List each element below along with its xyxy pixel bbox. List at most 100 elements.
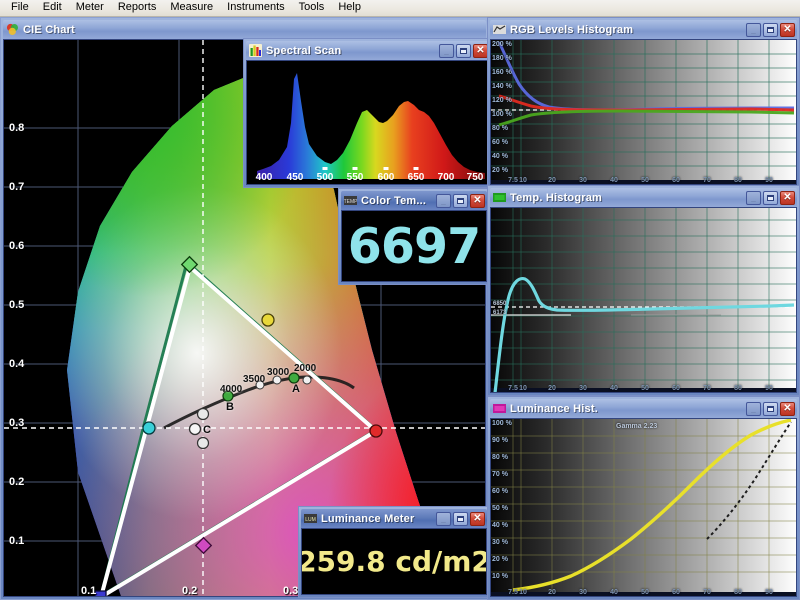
window-title-luminance-histogram: Luminance Hist. — [510, 403, 746, 415]
temp-xtick-30: 30 — [579, 385, 587, 392]
close-button-rgb-histogram[interactable]: ✕ — [780, 23, 795, 37]
minimize-button-temp-histogram[interactable]: _ — [746, 191, 761, 205]
close-button-luminance-histogram[interactable]: ✕ — [780, 402, 795, 416]
close-button-spectral[interactable]: ✕ — [473, 44, 488, 58]
close-button-color-temperature[interactable]: ✕ — [470, 194, 485, 208]
lum-xtick-60: 60 — [672, 589, 680, 596]
window-spectral-scan[interactable]: Spectral Scan _ ✕ — [243, 38, 493, 188]
window-title-temp-histogram: Temp. Histogram — [510, 192, 746, 204]
window-luminance-histogram[interactable]: Luminance Hist. _ ✕ — [487, 396, 800, 600]
maximize-button-temp-histogram[interactable] — [763, 191, 778, 205]
menu-item-instruments[interactable]: Instruments — [220, 0, 291, 16]
temp-xtick-60: 60 — [672, 385, 680, 392]
cie-chart-icon — [6, 23, 19, 36]
titlebar-spectral-scan[interactable]: Spectral Scan _ ✕ — [246, 41, 490, 60]
rgb-ytick-20: 20 % — [492, 167, 508, 174]
temp-xtick-40: 40 — [610, 385, 618, 392]
temp-icon: TEMP — [344, 194, 357, 207]
locus-label-3000: 3000 — [267, 367, 289, 378]
spectral-tickmark-650 — [414, 167, 419, 170]
minimize-button-luminance-meter[interactable]: _ — [436, 512, 451, 526]
minimize-button-spectral[interactable]: _ — [439, 44, 454, 58]
locus-label-2000: 2000 — [294, 363, 316, 374]
marker-blue-primary — [95, 591, 106, 597]
maximize-button-luminance-histogram[interactable] — [763, 402, 778, 416]
menu-item-edit[interactable]: Edit — [36, 0, 69, 16]
marker-cyan-secondary — [143, 422, 155, 434]
spectral-icon — [249, 44, 262, 57]
cie-xtick-0: 0.1 — [81, 585, 96, 597]
close-button-temp-histogram[interactable]: ✕ — [780, 191, 795, 205]
lum-ytick-50: 50 % — [492, 505, 508, 512]
close-button-luminance-meter[interactable]: ✕ — [470, 512, 485, 526]
rgb-ytick-60: 60 % — [492, 139, 508, 146]
locus-label-3500: 3500 — [243, 374, 265, 385]
window-controls-luminance-histogram: _ ✕ — [746, 402, 797, 416]
cie-ytick-2: 0.6 — [9, 240, 24, 252]
cie-ytick-7: 0.1 — [9, 535, 24, 547]
menu-item-file[interactable]: File — [4, 0, 36, 16]
cie-ytick-6: 0.2 — [9, 476, 24, 488]
lum-ytick-80: 80 % — [492, 454, 508, 461]
lum-xtick-70: 70 — [703, 589, 711, 596]
lum-xtick-30: 30 — [579, 589, 587, 596]
lum-ytick-100: 100 % — [492, 420, 512, 427]
rgb-ytick-200: 200 % — [492, 41, 512, 48]
menu-item-reports[interactable]: Reports — [111, 0, 164, 16]
titlebar-luminance-meter[interactable]: LUM Luminance Meter _ ✕ — [301, 509, 487, 528]
spectral-scan-body: 400 450 500 550 600 650 700 750 — [246, 60, 490, 185]
temp-histogram-body: 6850 6173 7.5 10 20 30 40 50 60 70 80 90 — [490, 207, 797, 393]
window-luminance-meter[interactable]: LUM Luminance Meter _ ✕ 259.8 cd/m2 — [298, 506, 490, 598]
svg-text:TEMP: TEMP — [344, 199, 357, 205]
maximize-button-color-temperature[interactable] — [453, 194, 468, 208]
titlebar-cie-chart[interactable]: CIE Chart — [3, 20, 486, 39]
menu-item-help[interactable]: Help — [331, 0, 368, 16]
lum-xtick-90: 90 — [765, 589, 773, 596]
titlebar-temp-histogram[interactable]: Temp. Histogram _ ✕ — [490, 188, 797, 207]
maximize-button-spectral[interactable] — [456, 44, 471, 58]
maximize-button-rgb-histogram[interactable] — [763, 23, 778, 37]
svg-text:LUM: LUM — [305, 517, 316, 523]
temp-xtick-80: 80 — [734, 385, 742, 392]
window-rgb-levels-histogram[interactable]: RGB Levels Histogram _ ✕ — [487, 17, 800, 188]
rgb-ytick-140: 140 % — [492, 83, 512, 90]
rgb-xtick-7.5: 7.5 — [508, 177, 518, 184]
titlebar-rgb-levels-histogram[interactable]: RGB Levels Histogram _ ✕ — [490, 20, 797, 39]
window-title-color-temperature: Color Tem... — [361, 195, 436, 207]
menu-bar: File Edit Meter Reports Measure Instrume… — [0, 0, 800, 17]
window-temp-histogram[interactable]: Temp. Histogram _ ✕ — [487, 185, 800, 396]
window-controls-color-temperature: _ ✕ — [436, 194, 487, 208]
maximize-button-luminance-meter[interactable] — [453, 512, 468, 526]
application-window: File Edit Meter Reports Measure Instrume… — [0, 0, 800, 600]
window-controls-rgb-histogram: _ ✕ — [746, 23, 797, 37]
illuminant-label-b: B — [226, 401, 234, 413]
rgb-xtick-30: 30 — [579, 177, 587, 184]
window-color-temperature[interactable]: TEMP Color Tem... _ ✕ 6697 — [338, 188, 490, 285]
rgb-xtick-70: 70 — [703, 177, 711, 184]
cie-xtick-2: 0.3 — [283, 585, 298, 597]
lum-ytick-70: 70 % — [492, 471, 508, 478]
locus-label-4000: 4000 — [220, 384, 242, 395]
marker-yellow-secondary — [262, 314, 274, 326]
minimize-button-color-temperature[interactable]: _ — [436, 194, 451, 208]
titlebar-color-temperature[interactable]: TEMP Color Tem... _ ✕ — [341, 191, 487, 210]
menu-item-meter[interactable]: Meter — [69, 0, 111, 16]
illuminant-label-a: A — [292, 383, 300, 395]
rgb-levels-histogram-body: 200 % 180 % 160 % 140 % 120 % 100 % 80 %… — [490, 39, 797, 185]
lum-xtick-80: 80 — [734, 589, 742, 596]
menu-item-tools[interactable]: Tools — [292, 0, 332, 16]
temp-histogram-svg — [491, 208, 796, 392]
lum-ytick-90: 90 % — [492, 437, 508, 444]
rgb-histogram-svg — [491, 40, 796, 184]
window-title-rgb-levels-histogram: RGB Levels Histogram — [510, 24, 746, 36]
temp-ref-label-upper: 6850 — [493, 301, 506, 307]
minimize-button-luminance-histogram[interactable]: _ — [746, 402, 761, 416]
lum-ytick-20: 20 % — [492, 556, 508, 563]
lum-xtick-40: 40 — [610, 589, 618, 596]
temp-ref-label-lower: 6173 — [493, 310, 506, 316]
rgb-ytick-80: 80 % — [492, 125, 508, 132]
titlebar-luminance-histogram[interactable]: Luminance Hist. _ ✕ — [490, 399, 797, 418]
minimize-button-rgb-histogram[interactable]: _ — [746, 23, 761, 37]
lum-ytick-60: 60 % — [492, 488, 508, 495]
menu-item-measure[interactable]: Measure — [163, 0, 220, 16]
